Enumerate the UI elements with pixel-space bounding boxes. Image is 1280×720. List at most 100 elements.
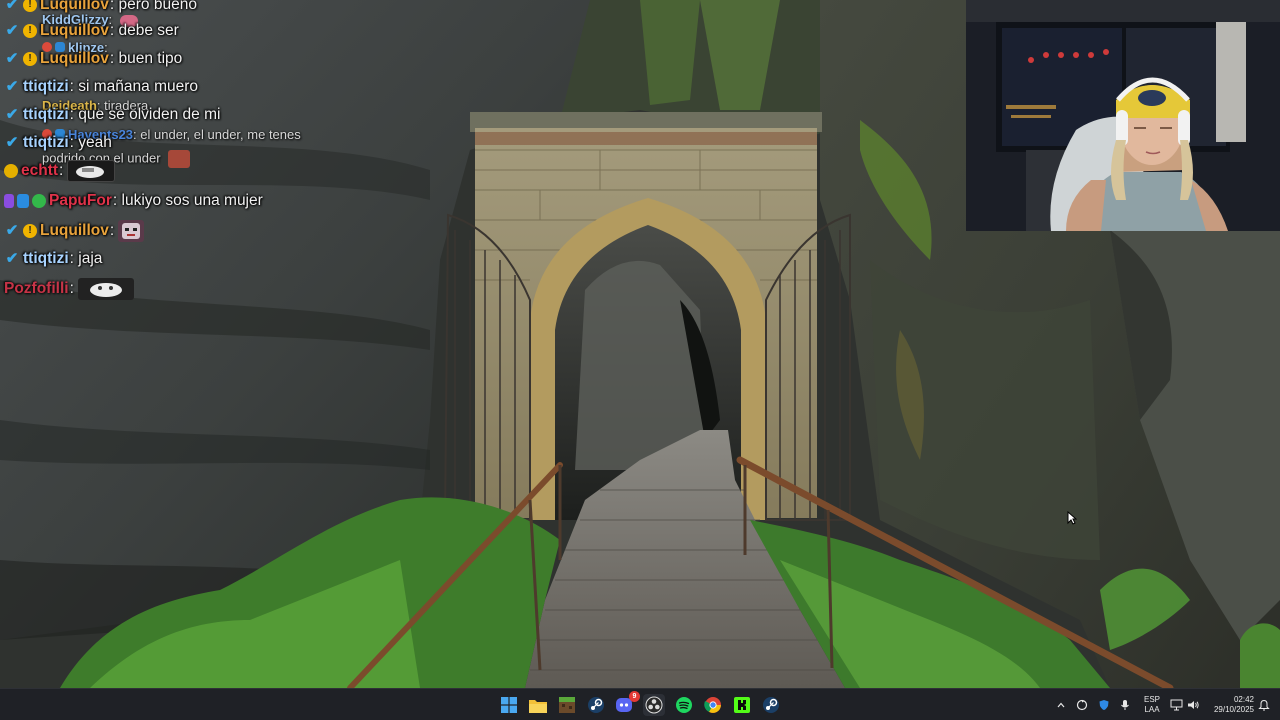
taskbar-clock[interactable]: 02:42 29/10/2025 [1204,695,1254,715]
chat-separator: : [69,250,74,267]
taskbar-steam-alt[interactable] [760,694,782,716]
chat-message-text: si mañana muero [78,78,199,95]
chat-message: ✔ ttiqtizi: que se olviden de mi [4,106,221,124]
chat-emote [67,160,116,182]
mod-badge-icon [32,194,46,208]
start-button[interactable] [498,694,520,716]
input-language-indicator[interactable]: ESP LAA [1140,695,1164,715]
chat-username: ttiqtizi [23,134,69,151]
chat-username: Luquillov [40,22,109,39]
chat-separator: : [112,192,118,209]
chat-message-text: buen tipo [118,50,183,67]
chat-message-text: que se olviden de mi [78,106,221,123]
microphone-icon [1121,700,1129,710]
sub-badge-icon: ! [23,52,37,66]
chat-message: ✔ ! Luquillov: [4,220,145,242]
chat-separator: : [69,134,74,151]
chevron-up-icon [1057,702,1065,708]
chat-username: ttiqtizi [23,106,69,123]
chat-separator: : [109,0,115,13]
chat-message: ✔ ! Luquillov: debe ser [4,22,179,40]
chat-message-text: el under, el under, me tenes [140,127,301,142]
taskbar-spotify[interactable] [673,694,695,716]
chat-separator: : [109,222,115,239]
chat-message-text: lukiyo sos una mujer [121,192,263,209]
chat-username: ttiqtizi [23,78,69,95]
desktop: KiddGlizzy: klipze: Deideath: tiradera H… [0,0,1280,720]
mouse-cursor-icon [1067,511,1077,525]
notification-bell-icon [1258,699,1270,711]
chat-username: Pozfofilli [4,280,69,297]
verified-badge-icon: ✔ [5,22,19,39]
verified-badge-icon: ✔ [5,78,19,95]
steam-icon [763,697,779,713]
clock-time: 02:42 [1233,695,1254,704]
chat-message: ✔ ttiqtizi: si mañana muero [4,78,198,96]
chat-username: Luquillov [40,50,109,67]
taskbar-obs[interactable] [643,694,665,716]
tray-network-icon[interactable] [1170,689,1183,720]
sync-icon [1076,699,1088,711]
chat-separator: : [133,127,137,142]
chat-message-text: yeah [78,134,112,151]
chat-message: ✔ ! Luquillov: buen tipo [4,50,183,68]
chat-separator: : [109,22,115,39]
shield-icon [1099,700,1109,710]
chrome-icon [704,697,721,713]
sub-badge-icon [4,164,18,178]
chat-username: Luquillov [40,222,109,239]
chat-message-text: jaja [78,250,103,267]
tray-security-icon[interactable] [1098,689,1110,720]
chat-emote [77,278,134,300]
language-code: ESP [1143,695,1160,704]
tray-volume-icon[interactable] [1187,689,1200,720]
monitor-network-icon [1170,699,1183,711]
webcam-overlay [966,0,1280,231]
windows-logo-icon [501,697,517,713]
tray-overflow-button[interactable] [1056,689,1066,720]
verified-badge-icon: ✔ [5,50,19,67]
chat-username: PapuFor [49,192,112,209]
discord-notification-badge: 9 [629,691,640,702]
verified-badge-icon: ✔ [5,0,19,13]
speaker-icon [1188,701,1199,709]
obs-icon [645,696,663,714]
minecraft-icon [559,697,575,713]
taskbar-steam[interactable] [585,694,607,716]
chat-separator: : [109,50,115,67]
chat-message: Pozfofilli: [4,278,134,300]
chat-separator: : [69,106,74,123]
taskbar-chrome[interactable] [702,694,724,716]
chat-message: ✔ ttiqtizi: yeah [4,134,112,152]
tray-microphone-icon[interactable] [1120,689,1130,720]
chat-username: echtt [21,162,59,179]
chat-message: PapuFor: lukiyo sos una mujer [4,192,263,210]
keyboard-layout: LAA [1144,705,1160,714]
notification-center-button[interactable] [1258,689,1270,720]
tray-sync-icon[interactable] [1076,689,1088,720]
gem-badge-icon [17,194,29,208]
chat-separator: : [69,78,74,95]
chat-emote [118,220,145,242]
steam-icon [588,697,604,713]
chat-message: echtt: [4,160,116,182]
sub-badge-icon: ! [23,0,37,12]
chat-username: Luquillov [40,0,109,13]
sub-badge-icon: ! [23,224,37,238]
folder-icon [529,699,547,713]
clock-date: 29/10/2025 [1213,705,1254,714]
verified-badge-icon: ✔ [5,134,19,151]
chat-message: ✔ ! Luquillov: pero bueno [4,0,197,14]
spotify-icon [676,697,692,713]
taskbar-minecraft[interactable] [556,694,578,716]
sub-badge-icon: ! [23,24,37,38]
taskbar-kick[interactable] [731,694,753,716]
taskbar-discord[interactable]: 9 [614,691,640,716]
chat-separator: : [69,280,74,297]
kick-icon [734,697,750,713]
taskbar-file-explorer[interactable] [527,694,549,716]
chat-message-text: pero bueno [118,0,197,13]
chat-message-text: debe ser [118,22,179,39]
chat-separator: : [59,162,64,179]
stream-chat-overlay: KiddGlizzy: klipze: Deideath: tiradera H… [0,0,400,310]
